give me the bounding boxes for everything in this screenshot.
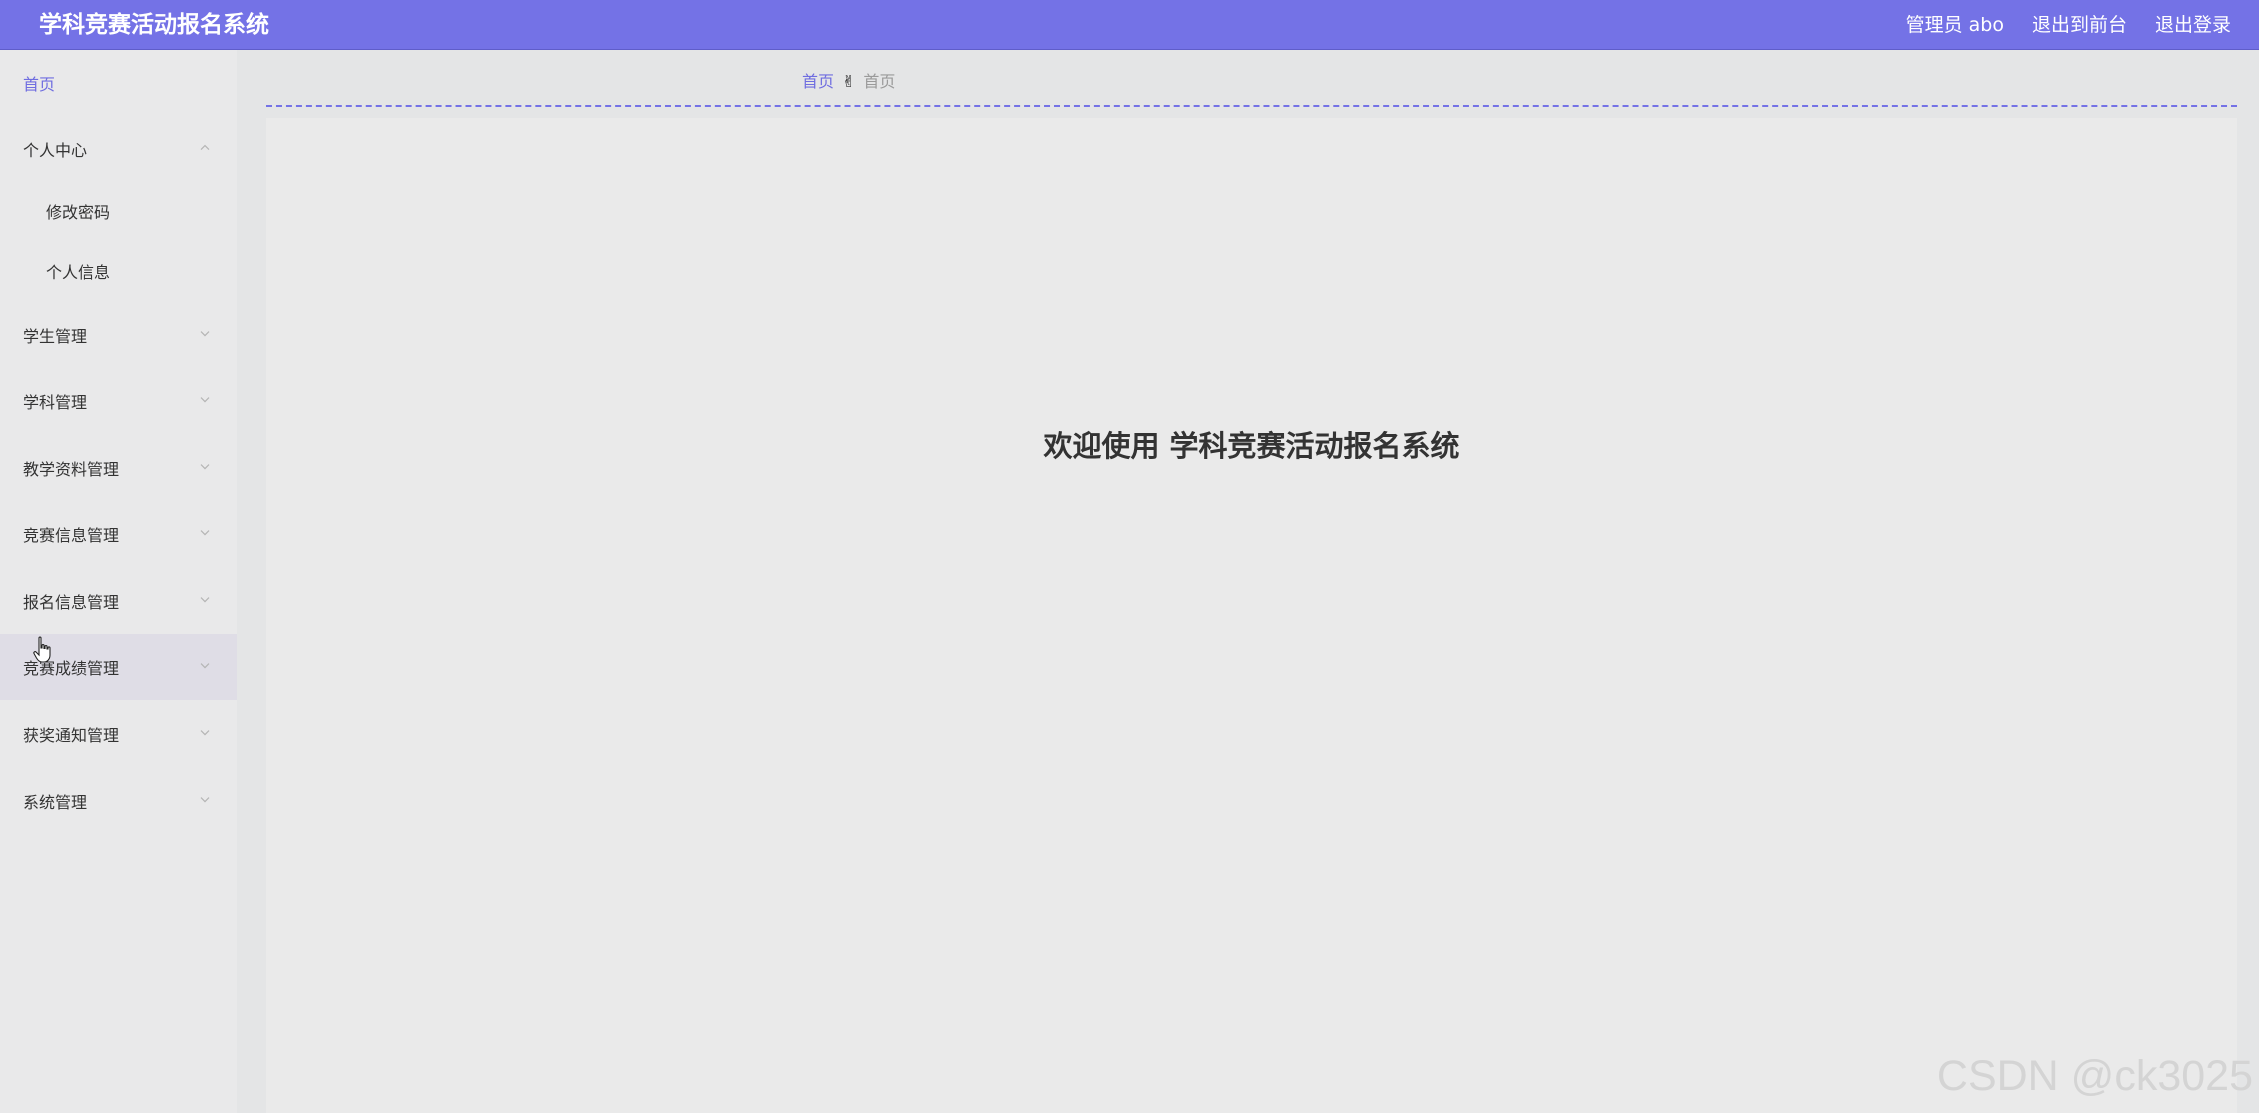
watermark: CSDN @ck3025 (1936, 1052, 2253, 1100)
sidebar-item-registration-info[interactable]: 报名信息管理 (0, 568, 237, 634)
sidebar-nav: 首页 个人中心 修改密码 个人信息 学生管理 学科管理 教学资料管理 竞赛信息管… (0, 50, 237, 1113)
chevron-down-icon (200, 397, 210, 403)
hand-emoji-icon: ✌ (842, 72, 856, 91)
sidebar-item-change-password[interactable]: 修改密码 (0, 178, 237, 244)
chevron-down-icon (200, 331, 210, 337)
welcome-message: 欢迎使用 学科竞赛活动报名系统 (1043, 429, 1460, 463)
current-user-label[interactable]: 管理员 abo (1906, 13, 2004, 37)
sidebar-item-label: 报名信息管理 (23, 593, 120, 612)
chevron-down-icon (200, 597, 210, 603)
exit-to-frontend-link[interactable]: 退出到前台 (2032, 13, 2127, 37)
sidebar-item-system-management[interactable]: 系统管理 (0, 768, 237, 834)
sidebar-item-label: 教学资料管理 (23, 460, 120, 479)
chevron-up-icon (200, 144, 210, 151)
chevron-down-icon (200, 530, 210, 536)
sidebar-item-subject-management[interactable]: 学科管理 (0, 368, 237, 434)
sidebar-item-label: 个人信息 (46, 263, 111, 282)
sidebar-item-student-management[interactable]: 学生管理 (0, 302, 237, 368)
chevron-down-icon (200, 464, 210, 470)
chevron-down-icon (200, 797, 210, 803)
main-content: 欢迎使用 学科竞赛活动报名系统 (266, 118, 2237, 1113)
top-header: 学科竞赛活动报名系统 管理员 abo 退出到前台 退出登录 (0, 0, 2259, 50)
breadcrumb-current: 首页 (863, 72, 896, 91)
breadcrumb-divider (266, 105, 2237, 107)
breadcrumb: 首页 ✌ 首页 (802, 72, 895, 92)
sidebar-item-home[interactable]: 首页 (0, 50, 237, 116)
chevron-down-icon (200, 663, 210, 669)
sidebar-item-label: 个人中心 (23, 141, 88, 160)
sidebar-item-personal-info[interactable]: 个人信息 (0, 238, 237, 304)
sidebar-item-label: 学科管理 (23, 393, 88, 412)
sidebar-item-personal-center[interactable]: 个人中心 (0, 116, 237, 182)
sidebar-item-label: 学生管理 (23, 327, 88, 346)
header-actions: 管理员 abo 退出到前台 退出登录 (1906, 13, 2231, 37)
hand-cursor-icon (33, 636, 51, 663)
sidebar-item-label: 竞赛信息管理 (23, 526, 120, 545)
breadcrumb-home-link[interactable]: 首页 (802, 72, 834, 92)
sidebar-item-teaching-materials[interactable]: 教学资料管理 (0, 435, 237, 501)
app-title: 学科竞赛活动报名系统 (39, 12, 269, 38)
sidebar-item-competition-info[interactable]: 竞赛信息管理 (0, 501, 237, 567)
sidebar-item-label: 修改密码 (46, 203, 111, 222)
chevron-down-icon (200, 730, 210, 736)
logout-link[interactable]: 退出登录 (2155, 13, 2231, 37)
sidebar-item-label: 系统管理 (23, 793, 88, 812)
sidebar-item-label: 首页 (23, 75, 56, 94)
sidebar-item-label: 获奖通知管理 (23, 726, 120, 745)
sidebar-item-award-notices[interactable]: 获奖通知管理 (0, 701, 237, 767)
